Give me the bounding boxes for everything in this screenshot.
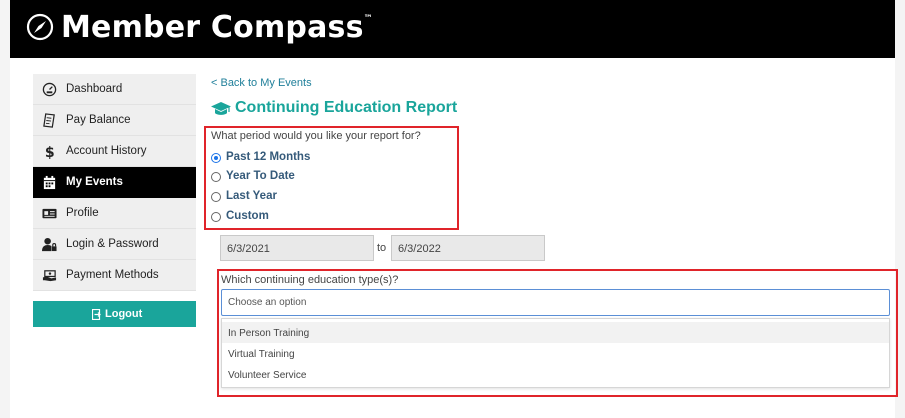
radio-button[interactable] — [211, 172, 221, 182]
logout-label: Logout — [105, 308, 143, 320]
date-range-separator: to — [377, 242, 387, 254]
sidebar-item-payment-methods[interactable]: Payment Methods — [33, 260, 196, 291]
date-to-field[interactable]: 6/3/2022 — [391, 235, 545, 261]
sign-out-icon — [92, 309, 101, 320]
sidebar-item-account-history[interactable]: $ Account History — [33, 136, 196, 167]
sidebar-item-pay-balance[interactable]: Pay Balance — [33, 105, 196, 136]
type-question: Which continuing education type(s)? — [221, 274, 399, 286]
sidebar-item-my-events[interactable]: My Events — [33, 167, 196, 198]
sidebar-item-label: Account History — [66, 145, 147, 157]
back-to-events-link[interactable]: < Back to My Events — [211, 77, 312, 89]
calendar-icon — [43, 175, 56, 190]
brand-name: Member Compass™ — [61, 10, 373, 45]
date-from-field[interactable]: 6/3/2021 — [220, 235, 374, 261]
dropdown-option-in-person-training[interactable]: In Person Training — [222, 322, 889, 343]
dropdown-option-volunteer-service[interactable]: Volunteer Service — [222, 364, 889, 385]
sidebar-item-label: My Events — [66, 176, 123, 188]
dashboard-gauge-icon — [42, 82, 57, 97]
graduation-cap-icon — [211, 102, 231, 115]
sidebar-item-label: Payment Methods — [66, 269, 159, 281]
page-title: Continuing Education Report — [235, 99, 458, 116]
dropdown-option-virtual-training[interactable]: Virtual Training — [222, 343, 889, 364]
period-question: What period would you like your report f… — [211, 130, 421, 142]
app-frame: Member Compass™ Dashboard Pay Balance $ … — [10, 0, 898, 418]
radio-label: Custom — [226, 210, 269, 222]
sidebar-item-label: Dashboard — [66, 83, 123, 95]
receipt-icon — [43, 113, 55, 128]
money-hand-icon — [42, 270, 57, 282]
top-bar: Member Compass™ — [10, 0, 895, 58]
sidebar-nav: Dashboard Pay Balance $ Account History … — [33, 74, 196, 327]
compass-icon — [26, 13, 54, 41]
radio-label: Year To Date — [226, 170, 295, 182]
sidebar-item-dashboard[interactable]: Dashboard — [33, 74, 196, 105]
radio-label: Last Year — [226, 190, 277, 202]
radio-label: Past 12 Months — [226, 151, 311, 163]
sidebar-item-label: Profile — [66, 207, 99, 219]
user-lock-icon — [42, 237, 57, 252]
radio-button[interactable] — [211, 212, 221, 222]
svg-text:$: $ — [45, 145, 55, 159]
dollar-icon: $ — [45, 145, 55, 159]
sidebar-item-label: Login & Password — [66, 238, 159, 250]
id-card-icon — [42, 208, 57, 219]
sidebar-item-login-password[interactable]: Login & Password — [33, 229, 196, 260]
education-type-select[interactable]: Choose an option — [221, 289, 890, 316]
radio-button[interactable] — [211, 192, 221, 202]
radio-button[interactable] — [211, 153, 221, 163]
sidebar-item-label: Pay Balance — [66, 114, 131, 126]
sidebar-item-profile[interactable]: Profile — [33, 198, 196, 229]
education-type-dropdown: In Person Training Virtual Training Volu… — [221, 318, 890, 388]
logout-button[interactable]: Logout — [33, 301, 196, 327]
